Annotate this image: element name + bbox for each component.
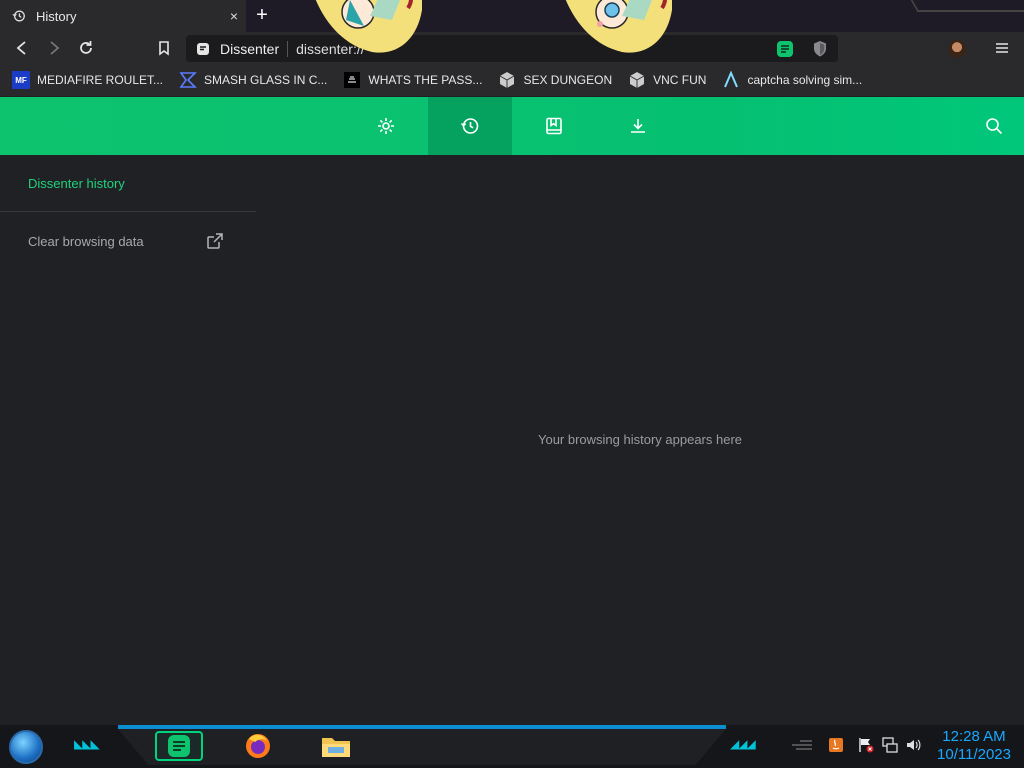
external-link-icon bbox=[207, 233, 223, 249]
taskbar-file-explorer[interactable] bbox=[312, 731, 360, 761]
dissenter-comment-icon[interactable] bbox=[776, 40, 794, 58]
avatar[interactable] bbox=[948, 40, 966, 58]
bookmarks-bar: MF MEDIAFIRE ROULET... SMASH GLASS IN C.… bbox=[0, 64, 1024, 96]
bookmark-label: SMASH GLASS IN C... bbox=[204, 73, 328, 87]
bookmark-mediafire-roulette[interactable]: MF MEDIAFIRE ROULET... bbox=[12, 71, 163, 89]
dissenter-app-header bbox=[0, 97, 1024, 155]
reload-icon[interactable] bbox=[76, 38, 96, 58]
anime-sticker-image bbox=[565, 0, 672, 53]
firefox-icon bbox=[246, 734, 270, 758]
new-tab-button[interactable]: + bbox=[252, 5, 272, 26]
taskbar-dissenter-app[interactable] bbox=[155, 731, 203, 761]
bookmark-label: VNC FUN bbox=[653, 73, 707, 87]
network-icon[interactable] bbox=[882, 737, 898, 753]
anime-sticker-image bbox=[315, 0, 422, 53]
titlebar-decoration bbox=[910, 0, 1024, 12]
taskbar-firefox[interactable] bbox=[234, 731, 282, 761]
taskbar-accent-line bbox=[118, 725, 726, 729]
bookmark-label: captcha solving sim... bbox=[747, 73, 863, 87]
empty-history-message: Your browsing history appears here bbox=[537, 432, 743, 447]
sidebar-divider bbox=[0, 211, 256, 212]
tab-history[interactable]: History × bbox=[0, 0, 246, 32]
bookmarks-book-icon[interactable] bbox=[544, 116, 564, 136]
tray-show-hidden-icon[interactable] bbox=[790, 737, 814, 753]
settings-gear-icon[interactable] bbox=[376, 116, 396, 136]
menu-icon[interactable] bbox=[992, 38, 1012, 58]
clear-browsing-data-link[interactable]: Clear browsing data bbox=[28, 232, 224, 250]
start-button[interactable] bbox=[9, 730, 43, 764]
taskbar-clock[interactable]: 12:28 AM 10/11/2023 bbox=[928, 728, 1020, 764]
bookmark-icon[interactable] bbox=[154, 38, 174, 58]
cube-icon bbox=[500, 72, 515, 88]
pass-icon bbox=[344, 72, 361, 88]
folder-icon bbox=[322, 738, 350, 757]
smash-icon bbox=[179, 72, 197, 88]
shield-icon[interactable] bbox=[812, 40, 828, 58]
dissenter-app-icon bbox=[168, 735, 190, 757]
history-icon[interactable] bbox=[460, 116, 480, 136]
history-icon bbox=[12, 10, 25, 22]
tab-close-button[interactable]: × bbox=[222, 8, 246, 24]
lambda-icon bbox=[724, 71, 739, 88]
back-icon[interactable] bbox=[12, 38, 32, 58]
taskbar-chevrons-right: ◢◢◢ bbox=[730, 737, 756, 751]
sidebar-item-label: Clear browsing data bbox=[28, 233, 144, 249]
forward-icon[interactable] bbox=[44, 38, 64, 58]
dissenter-site-icon bbox=[197, 42, 209, 55]
bookmark-label: WHATS THE PASS... bbox=[368, 73, 483, 87]
bookmark-smash-glass[interactable]: SMASH GLASS IN C... bbox=[179, 71, 327, 89]
mediafire-icon: MF bbox=[12, 71, 30, 89]
bookmark-label: MEDIAFIRE ROULET... bbox=[37, 73, 164, 87]
bookmark-whats-the-pass[interactable]: WHATS THE PASS... bbox=[343, 71, 482, 89]
bookmark-sex-dungeon[interactable]: SEX DUNGEON bbox=[498, 71, 612, 89]
clock-date: 10/11/2023 bbox=[937, 746, 1011, 763]
bookmark-label: SEX DUNGEON bbox=[523, 73, 613, 87]
tab-title: History bbox=[36, 8, 77, 24]
sidebar-title[interactable]: Dissenter history bbox=[28, 176, 125, 191]
address-bar[interactable]: Dissenter dissenter:// bbox=[186, 35, 838, 62]
bookmark-vnc-fun[interactable]: VNC FUN bbox=[628, 71, 706, 89]
taskbar-chevrons-left: ◣◣◣ bbox=[74, 737, 100, 751]
search-icon[interactable] bbox=[984, 116, 1004, 136]
clock-time: 12:28 AM bbox=[942, 728, 1006, 745]
action-center-flag-icon[interactable] bbox=[858, 737, 874, 753]
volume-icon[interactable] bbox=[905, 737, 921, 753]
cube-icon bbox=[629, 72, 645, 88]
site-name: Dissenter bbox=[220, 40, 289, 57]
bookmark-captcha-solving[interactable]: captcha solving sim... bbox=[722, 71, 862, 89]
java-update-icon[interactable] bbox=[828, 737, 844, 753]
download-icon[interactable] bbox=[628, 116, 648, 136]
taskbar-frame bbox=[118, 729, 726, 765]
